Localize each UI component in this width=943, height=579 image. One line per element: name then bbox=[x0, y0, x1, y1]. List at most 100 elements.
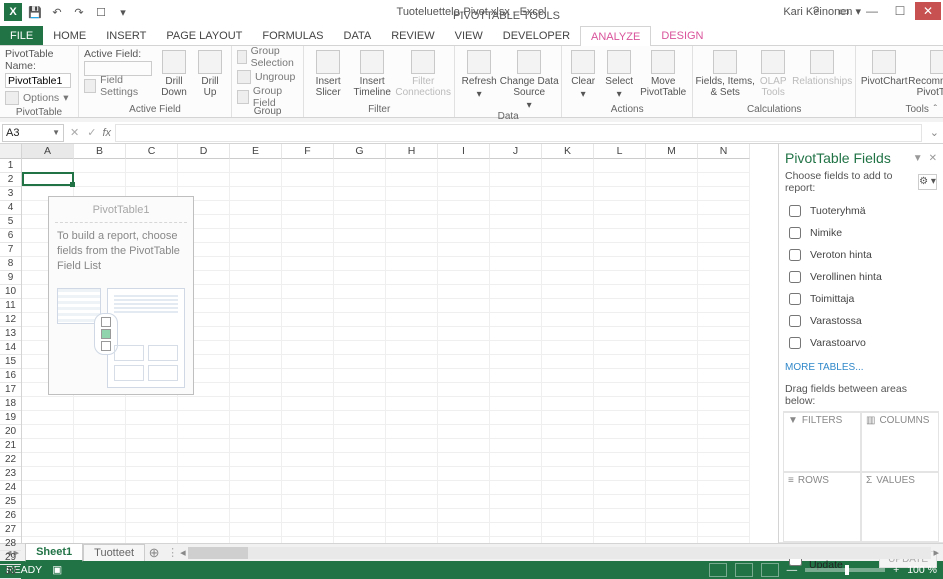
tab-analyze[interactable]: ANALYZE bbox=[580, 26, 651, 46]
zoom-level[interactable]: 100 % bbox=[907, 564, 937, 576]
col-header-I[interactable]: I bbox=[438, 144, 490, 159]
row-header-3[interactable]: 3 bbox=[0, 187, 21, 201]
recommended-pivot-button[interactable]: Recommended PivotTables bbox=[911, 48, 943, 98]
field-5[interactable]: Varastossa bbox=[785, 310, 937, 332]
field-4[interactable]: Toimittaja bbox=[785, 288, 937, 310]
row-header-13[interactable]: 13 bbox=[0, 327, 21, 341]
row-header-2[interactable]: 2 bbox=[0, 173, 21, 187]
select-all-corner[interactable] bbox=[0, 144, 21, 159]
ungroup-button[interactable]: Ungroup bbox=[237, 68, 295, 86]
row-header-24[interactable]: 24 bbox=[0, 481, 21, 495]
row-header-6[interactable]: 6 bbox=[0, 229, 21, 243]
area-values[interactable]: ΣVALUES bbox=[861, 472, 939, 542]
group-selection-button[interactable]: Group Selection bbox=[237, 48, 298, 66]
row-header-5[interactable]: 5 bbox=[0, 215, 21, 229]
select-button[interactable]: Select ▾ bbox=[603, 48, 635, 100]
row-header-29[interactable]: 29 bbox=[0, 551, 21, 565]
minimize-icon[interactable]: — bbox=[859, 2, 885, 20]
col-header-F[interactable]: F bbox=[282, 144, 334, 159]
move-pivot-button[interactable]: Move PivotTable bbox=[639, 48, 687, 98]
view-normal-icon[interactable] bbox=[709, 563, 727, 577]
field-0[interactable]: Tuoteryhmä bbox=[785, 200, 937, 222]
clear-button[interactable]: Clear ▾ bbox=[567, 48, 599, 100]
tab-design[interactable]: DESIGN bbox=[651, 26, 713, 45]
formula-bar[interactable] bbox=[115, 124, 922, 142]
group-field-button[interactable]: Group Field bbox=[237, 88, 298, 106]
insert-slicer-button[interactable]: Insert Slicer bbox=[309, 48, 347, 98]
collapse-ribbon-icon[interactable]: ˆ bbox=[934, 104, 937, 115]
row-header-4[interactable]: 4 bbox=[0, 201, 21, 215]
qat-more-icon[interactable]: ▾ bbox=[114, 3, 132, 21]
row-header-1[interactable]: 1 bbox=[0, 159, 21, 173]
expand-formula-bar-icon[interactable]: ⌄ bbox=[926, 126, 943, 139]
hscroll-right-icon[interactable]: ▸ bbox=[933, 546, 939, 559]
pivot-name-input[interactable] bbox=[5, 73, 71, 88]
row-header-18[interactable]: 18 bbox=[0, 397, 21, 411]
row-header-19[interactable]: 19 bbox=[0, 411, 21, 425]
row-header-9[interactable]: 9 bbox=[0, 271, 21, 285]
row-header-26[interactable]: 26 bbox=[0, 509, 21, 523]
ribbon-display-icon[interactable]: ▭ bbox=[831, 2, 857, 20]
tab-page-layout[interactable]: PAGE LAYOUT bbox=[156, 26, 252, 45]
drill-up-button[interactable]: Drill Up bbox=[194, 48, 226, 98]
field-2[interactable]: Veroton hinta bbox=[785, 244, 937, 266]
col-header-D[interactable]: D bbox=[178, 144, 230, 159]
pane-close-icon[interactable]: ✕ bbox=[929, 153, 937, 164]
row-header-22[interactable]: 22 bbox=[0, 453, 21, 467]
close-icon[interactable]: ✕ bbox=[915, 2, 941, 20]
row-header-7[interactable]: 7 bbox=[0, 243, 21, 257]
row-header-10[interactable]: 10 bbox=[0, 285, 21, 299]
zoom-slider[interactable] bbox=[805, 568, 885, 572]
new-sheet-button[interactable]: ⊕ bbox=[145, 545, 163, 561]
zoom-out-icon[interactable]: — bbox=[787, 564, 798, 576]
hscroll-divider-icon[interactable]: ⋮ bbox=[167, 546, 178, 559]
tab-file[interactable]: FILE bbox=[0, 26, 43, 45]
view-page-layout-icon[interactable] bbox=[735, 563, 753, 577]
row-header-17[interactable]: 17 bbox=[0, 383, 21, 397]
grid[interactable]: ABCDEFGHIJKLMN PivotTable1 To build a re… bbox=[22, 144, 778, 543]
touch-mode-icon[interactable]: ☐ bbox=[92, 3, 110, 21]
col-header-E[interactable]: E bbox=[230, 144, 282, 159]
help-icon[interactable]: ? bbox=[803, 2, 829, 20]
fields-items-sets-button[interactable]: Fields, Items, & Sets bbox=[698, 48, 752, 98]
pane-layout-gear-icon[interactable]: ⚙ ▾ bbox=[918, 174, 937, 190]
refresh-button[interactable]: Refresh ▾ bbox=[460, 48, 498, 100]
horizontal-scrollbar[interactable]: ⋮ ◂ ▸ bbox=[163, 546, 943, 559]
field-1[interactable]: Nimike bbox=[785, 222, 937, 244]
row-header-16[interactable]: 16 bbox=[0, 369, 21, 383]
redo-icon[interactable]: ↷ bbox=[70, 3, 88, 21]
col-header-H[interactable]: H bbox=[386, 144, 438, 159]
maximize-icon[interactable]: ☐ bbox=[887, 2, 913, 20]
tab-home[interactable]: HOME bbox=[43, 26, 96, 45]
col-header-N[interactable]: N bbox=[698, 144, 750, 159]
pivotchart-button[interactable]: PivotChart bbox=[861, 48, 907, 87]
tab-developer[interactable]: DEVELOPER bbox=[493, 26, 580, 45]
sheet-tab-sheet1[interactable]: Sheet1 bbox=[25, 543, 83, 562]
col-header-G[interactable]: G bbox=[334, 144, 386, 159]
col-header-J[interactable]: J bbox=[490, 144, 542, 159]
drill-down-button[interactable]: Drill Down bbox=[158, 48, 190, 98]
col-header-L[interactable]: L bbox=[594, 144, 646, 159]
namebox-dropdown-icon[interactable]: ▼ bbox=[52, 128, 60, 137]
tab-view[interactable]: VIEW bbox=[445, 26, 493, 45]
area-columns[interactable]: ▥COLUMNS bbox=[861, 412, 939, 472]
col-header-A[interactable]: A bbox=[22, 144, 74, 159]
name-box[interactable]: A3▼ bbox=[2, 124, 64, 142]
row-header-20[interactable]: 20 bbox=[0, 425, 21, 439]
options-button[interactable]: Options ▾ bbox=[5, 89, 68, 107]
col-header-C[interactable]: C bbox=[126, 144, 178, 159]
row-header-27[interactable]: 27 bbox=[0, 523, 21, 537]
col-header-K[interactable]: K bbox=[542, 144, 594, 159]
tab-data[interactable]: DATA bbox=[334, 26, 382, 45]
field-6[interactable]: Varastoarvo bbox=[785, 332, 937, 354]
hscroll-left-icon[interactable]: ◂ bbox=[180, 546, 186, 559]
more-tables-link[interactable]: MORE TABLES... bbox=[779, 356, 943, 379]
row-header-11[interactable]: 11 bbox=[0, 299, 21, 313]
undo-icon[interactable]: ↶ bbox=[48, 3, 66, 21]
field-settings-button[interactable]: Field Settings bbox=[84, 77, 154, 95]
insert-timeline-button[interactable]: Insert Timeline bbox=[351, 48, 393, 98]
tab-formulas[interactable]: FORMULAS bbox=[252, 26, 333, 45]
row-header-14[interactable]: 14 bbox=[0, 341, 21, 355]
row-header-21[interactable]: 21 bbox=[0, 439, 21, 453]
field-3[interactable]: Verollinen hinta bbox=[785, 266, 937, 288]
